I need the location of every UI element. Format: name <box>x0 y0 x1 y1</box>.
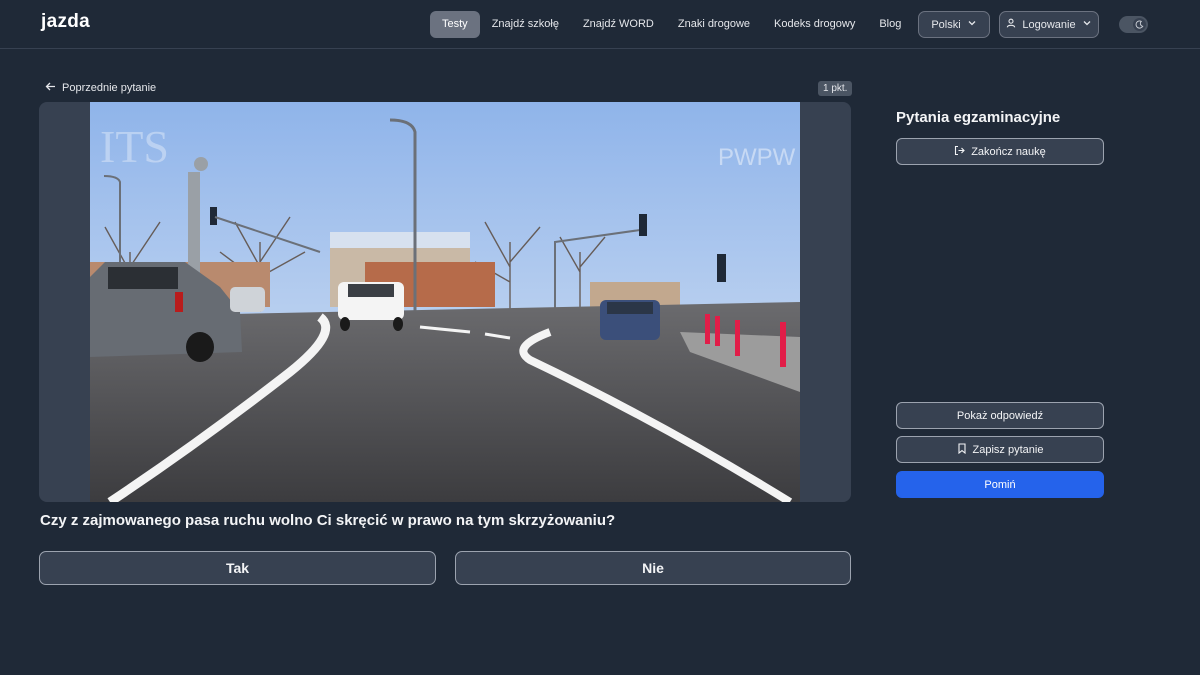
question-text: Czy z zajmowanego pasa ruchu wolno Ci sk… <box>40 512 616 529</box>
logo-text: jazda <box>41 11 91 32</box>
image-watermark-right: PWPW <box>718 144 796 171</box>
previous-question-link[interactable]: Poprzednie pytanie <box>45 81 156 95</box>
login-label: Logowanie <box>1022 18 1076 31</box>
end-study-button[interactable]: Zakończ naukę <box>896 138 1104 165</box>
language-label: Polski <box>931 18 961 31</box>
sidebar-title: Pytania egzaminacyjne <box>896 109 1061 126</box>
arrow-left-icon <box>45 81 56 95</box>
nav-item-blog[interactable]: Blog <box>867 11 913 38</box>
moon-icon <box>1133 18 1146 31</box>
image-watermark-left: ITS <box>100 121 169 172</box>
show-answer-label: Pokaż odpowiedź <box>956 409 1044 422</box>
skip-button[interactable]: Pomiń <box>896 471 1104 498</box>
end-study-label: Zakończ naukę <box>971 145 1046 158</box>
login-button[interactable]: Logowanie <box>999 11 1099 38</box>
user-icon <box>1006 18 1016 31</box>
nav-item-find-school[interactable]: Znajdź szkołę <box>480 11 571 38</box>
nav-item-traffic-code[interactable]: Kodeks drogowy <box>762 11 867 38</box>
main-nav: Testy Znajdź szkołę Znajdź WORD Znaki dr… <box>430 11 913 38</box>
question-image: ITS PWPW <box>90 102 800 502</box>
logo[interactable]: jazda <box>41 11 90 33</box>
logout-icon <box>954 145 965 159</box>
points-badge: 1 pkt. <box>818 81 853 96</box>
theme-toggle[interactable] <box>1119 16 1148 33</box>
chevron-down-icon <box>1082 18 1092 31</box>
top-navbar: jazda Testy Znajdź szkołę Znajdź WORD Zn… <box>0 0 1200 49</box>
question-media: ITS PWPW <box>39 102 851 502</box>
bookmark-icon <box>957 442 967 457</box>
save-question-label: Zapisz pytanie <box>972 443 1044 456</box>
chevron-down-icon <box>967 18 977 31</box>
language-select[interactable]: Polski <box>918 11 990 38</box>
answer-yes-button[interactable]: Tak <box>39 551 436 585</box>
save-question-button[interactable]: Zapisz pytanie <box>896 436 1104 463</box>
nav-item-road-signs[interactable]: Znaki drogowe <box>666 11 762 38</box>
previous-question-label: Poprzednie pytanie <box>62 82 157 94</box>
nav-item-testy[interactable]: Testy <box>430 11 480 38</box>
answer-no-button[interactable]: Nie <box>455 551 851 585</box>
skip-label: Pomiń <box>984 478 1016 491</box>
show-answer-button[interactable]: Pokaż odpowiedź <box>896 402 1104 429</box>
nav-item-find-word[interactable]: Znajdź WORD <box>571 11 666 38</box>
